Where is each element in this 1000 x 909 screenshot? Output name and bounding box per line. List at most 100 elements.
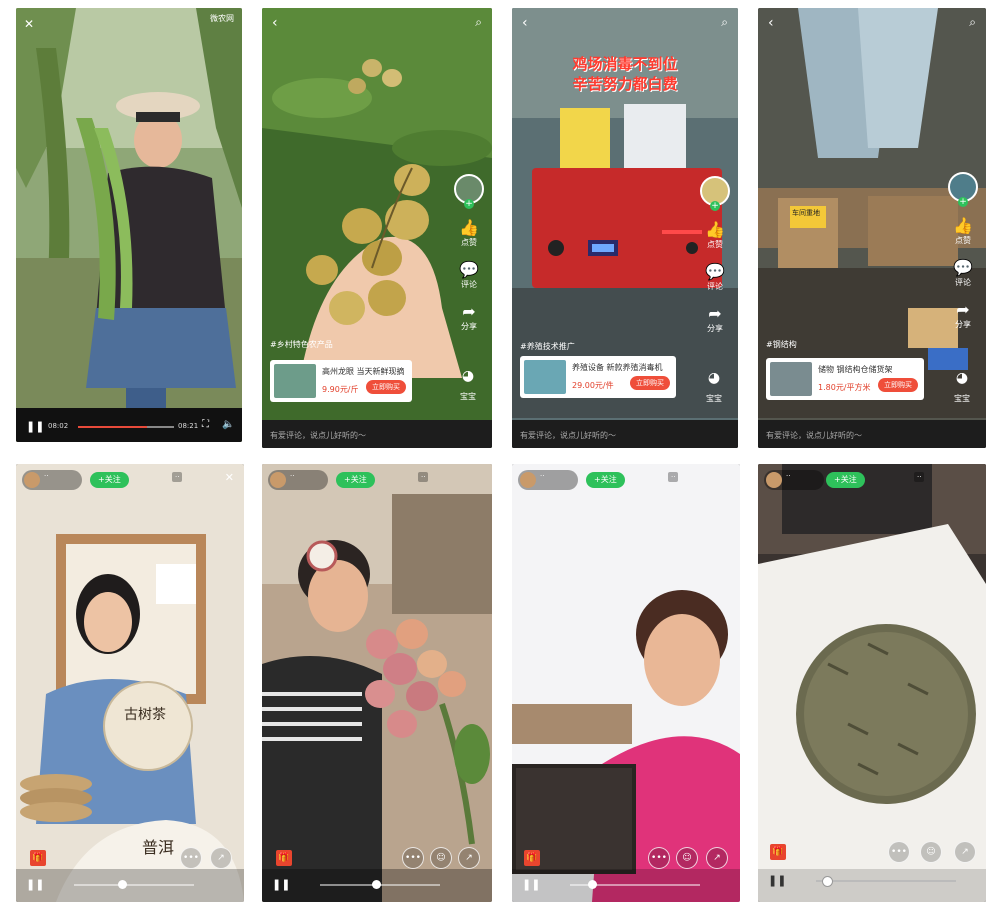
- back-icon[interactable]: ‹: [272, 16, 278, 30]
- product-card[interactable]: 养殖设备 新款养殖消毒机 29.00元/件 立即购买: [520, 356, 676, 398]
- buy-button[interactable]: 立即购买: [878, 378, 918, 392]
- follow-plus-icon[interactable]: +: [958, 197, 968, 207]
- buy-button[interactable]: 立即购买: [630, 376, 670, 390]
- follow-plus-icon[interactable]: +: [710, 201, 720, 211]
- share-icon[interactable]: ➦: [452, 302, 486, 321]
- author-avatar[interactable]: +: [700, 176, 730, 211]
- baby-label: 宝宝: [954, 394, 970, 403]
- fullscreen-icon[interactable]: ⛶: [202, 420, 209, 430]
- progress-track[interactable]: [816, 880, 956, 882]
- video-tile-1[interactable]: ✕ 微农网 ❚❚ 08:02 08:21 ⛶ 🔈: [16, 8, 242, 442]
- baby-button[interactable]: ◕ 宝宝: [452, 368, 484, 403]
- progress-knob[interactable]: [118, 880, 127, 889]
- hashtag[interactable]: #钢结构: [766, 340, 797, 350]
- author-avatar[interactable]: +: [948, 172, 978, 207]
- playback-bar: ❚❚: [758, 866, 986, 896]
- buy-button[interactable]: 立即购买: [366, 380, 406, 394]
- baby-button[interactable]: ◕ 宝宝: [698, 370, 730, 405]
- baby-button[interactable]: ◕ 宝宝: [946, 370, 978, 405]
- video-overlay-title: 鸡场消毒不到位 辛苦努力都白费: [520, 54, 730, 95]
- product-thumbnail: [524, 360, 566, 394]
- follow-plus-icon[interactable]: +: [464, 199, 474, 209]
- author-avatar[interactable]: +: [454, 174, 484, 209]
- share-icon[interactable]: ↗: [954, 841, 976, 863]
- tea-cake-calligraphy: 古树茶: [124, 707, 166, 723]
- gift-icon[interactable]: 🎁: [30, 850, 46, 866]
- comment-input[interactable]: 有爱评论，说点儿好听的～: [262, 424, 492, 448]
- like-label: 点赞: [955, 236, 971, 245]
- live-tile-6[interactable]: ·· +关注 ·· 🎁 ••• ☺ ↗ ❚❚: [262, 464, 492, 902]
- search-icon[interactable]: ⌕: [969, 16, 976, 28]
- back-icon[interactable]: ‹: [768, 16, 774, 30]
- search-icon[interactable]: ⌕: [721, 16, 728, 28]
- chat-icon[interactable]: ☺: [430, 847, 452, 869]
- volume-icon[interactable]: 🔈: [222, 420, 234, 430]
- pause-icon[interactable]: ❚❚: [26, 878, 44, 891]
- comment-input[interactable]: 有爱评论，说点儿好听的～: [512, 424, 738, 448]
- baby-icon: ◕: [955, 370, 969, 386]
- gift-icon[interactable]: 🎁: [770, 844, 786, 860]
- pause-icon[interactable]: ❚❚: [522, 878, 540, 891]
- chat-icon[interactable]: ☺: [920, 841, 942, 863]
- progress-knob[interactable]: [822, 876, 833, 887]
- comment-icon[interactable]: 💬: [452, 260, 486, 279]
- live-tile-5[interactable]: 古树茶 普洱 ·· +关注 ·· ✕ 🎁 ••• ↗ ❚❚: [16, 464, 244, 902]
- follow-button[interactable]: +关注: [826, 472, 865, 488]
- close-icon[interactable]: ✕: [24, 18, 34, 30]
- like-icon[interactable]: 👍: [452, 218, 486, 237]
- baby-icon: ◕: [461, 368, 475, 384]
- share-icon[interactable]: ↗: [458, 847, 480, 869]
- more-icon[interactable]: •••: [888, 841, 910, 863]
- hashtag[interactable]: #乡村特色农产品: [270, 340, 333, 350]
- share-label: 分享: [707, 324, 723, 333]
- like-label: 点赞: [707, 240, 723, 249]
- more-icon[interactable]: •••: [402, 847, 424, 869]
- live-tile-7[interactable]: ·· +关注 ·· 🎁 ••• ☺ ↗ ❚❚: [512, 464, 740, 902]
- video-tile-3[interactable]: ‹ ⌕ 鸡场消毒不到位 辛苦努力都白费 + 👍 点赞 💬 评论 ➦ 分享 #养殖技术推…: [512, 8, 738, 448]
- close-icon[interactable]: ✕: [225, 472, 234, 483]
- action-rail: + 👍 点赞 💬 评论 ➦ 分享: [698, 176, 732, 346]
- share-icon[interactable]: ➦: [946, 300, 980, 319]
- share-icon[interactable]: ↗: [706, 847, 728, 869]
- streamer-header[interactable]: ··: [268, 470, 328, 490]
- progress-knob[interactable]: [588, 880, 597, 889]
- more-icon[interactable]: •••: [180, 847, 202, 869]
- pause-icon[interactable]: ❚❚: [272, 878, 290, 891]
- comment-icon[interactable]: 💬: [946, 258, 980, 277]
- video-tile-4[interactable]: 车间重地 ‹ ⌕ + 👍 点赞 💬 评论 ➦ 分享 #钢结构 储物 钢结构仓储货架 1…: [758, 8, 986, 448]
- like-icon[interactable]: 👍: [946, 216, 980, 235]
- time-total: 08:21: [178, 422, 199, 430]
- streamer-header[interactable]: ··: [764, 470, 824, 490]
- product-card[interactable]: 储物 钢结构仓储货架 1.80元/平方米 立即购买: [766, 358, 924, 400]
- share-icon[interactable]: ↗: [210, 847, 232, 869]
- comment-icon[interactable]: 💬: [698, 262, 732, 281]
- follow-button[interactable]: +关注: [586, 472, 625, 488]
- more-icon[interactable]: •••: [648, 847, 670, 869]
- pause-icon[interactable]: ❚❚: [26, 420, 44, 433]
- like-icon[interactable]: 👍: [698, 220, 732, 239]
- product-price: 29.00元/件: [572, 381, 614, 390]
- back-icon[interactable]: ‹: [522, 16, 528, 30]
- progress-knob[interactable]: [372, 880, 381, 889]
- comment-input[interactable]: 有爱评论，说点儿好听的～: [758, 424, 986, 448]
- viewer-tag: ··: [914, 472, 925, 482]
- warning-sign: 车间重地: [792, 209, 820, 217]
- search-icon[interactable]: ⌕: [475, 16, 482, 28]
- hashtag[interactable]: #养殖技术推广: [520, 342, 575, 352]
- playback-bar: ❚❚: [262, 870, 492, 900]
- chat-icon[interactable]: ☺: [676, 847, 698, 869]
- share-icon[interactable]: ➦: [698, 304, 732, 323]
- streamer-avatar: [270, 472, 286, 488]
- product-card[interactable]: 高州龙眼 当天新鲜现摘 9.90元/斤 立即购买: [270, 360, 412, 402]
- streamer-header[interactable]: ··: [518, 470, 578, 490]
- video-tile-2[interactable]: ‹ ⌕ + 👍 点赞 💬 评论 ➦ 分享 #乡村特色农产品 高州龙眼 当天新鲜现摘 9…: [262, 8, 492, 448]
- follow-button[interactable]: +关注: [336, 472, 375, 488]
- progress-track[interactable]: [74, 884, 194, 886]
- gift-icon[interactable]: 🎁: [524, 850, 540, 866]
- pause-icon[interactable]: ❚❚: [768, 874, 786, 887]
- product-thumbnail: [274, 364, 316, 398]
- live-tile-8[interactable]: ·· +关注 ·· 🎁 ••• ☺ ↗ ❚❚: [758, 464, 986, 902]
- follow-button[interactable]: +关注: [90, 472, 129, 488]
- streamer-header[interactable]: ··: [22, 470, 82, 490]
- gift-icon[interactable]: 🎁: [276, 850, 292, 866]
